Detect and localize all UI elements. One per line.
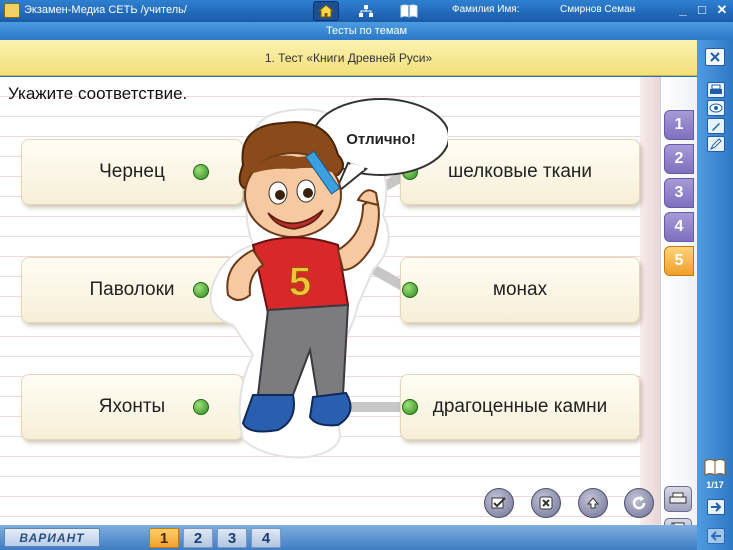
edit-icon [712, 123, 720, 131]
question-tab-3[interactable]: 3 [664, 178, 694, 208]
close-window-button[interactable]: ✕ [715, 2, 729, 18]
app-title: Экзамен-Медиа СЕТЬ /учитель/ [24, 4, 187, 16]
paper-edge [640, 77, 660, 525]
question-text: Укажите соответствие. [8, 84, 188, 103]
view-button[interactable] [707, 100, 725, 116]
page-counter: 1/17 [706, 480, 724, 490]
book-icon [400, 4, 418, 18]
user-label: Фамилия Имя: [452, 4, 520, 15]
question-tab-1[interactable]: 1 [664, 110, 694, 140]
hierarchy-icon [359, 5, 373, 17]
arrow-left-icon [710, 531, 721, 541]
refresh-button[interactable] [624, 488, 654, 518]
app-logo-icon [4, 3, 20, 18]
question-tab-2[interactable]: 2 [664, 144, 694, 174]
clear-answer-button[interactable] [531, 488, 561, 518]
pen-button[interactable] [707, 136, 725, 152]
book-counter-icon [704, 459, 726, 476]
refresh-icon [632, 496, 646, 510]
print-button[interactable] [707, 82, 725, 98]
restore-button[interactable]: □ [695, 2, 709, 18]
variant-label: ВАРИАНТ [4, 528, 100, 547]
variant-button-3[interactable]: 3 [217, 528, 247, 548]
home-button[interactable] [313, 1, 339, 21]
topics-tree-button[interactable] [353, 1, 379, 21]
app-window: Экзамен-Медиа СЕТЬ /учитель/ Фамилия Имя… [0, 0, 733, 550]
print-side-button[interactable] [664, 486, 692, 512]
variant-button-1[interactable]: 1 [149, 528, 179, 548]
close-panel-button[interactable] [705, 48, 725, 66]
edit-button[interactable] [707, 118, 725, 134]
minimize-button[interactable]: _ [676, 2, 690, 18]
arrow-up-icon [586, 497, 600, 509]
pen-icon [710, 138, 722, 150]
variant-bar [0, 525, 697, 550]
arrow-right-icon [711, 502, 722, 512]
user-name: Смирнов Семан [560, 4, 636, 15]
shirt-number: 5 [289, 260, 311, 304]
next-button[interactable] [707, 499, 725, 515]
test-title: 1. Тест «Книги Древней Руси» [0, 40, 697, 76]
check-answer-button[interactable] [484, 488, 514, 518]
variant-button-2[interactable]: 2 [183, 528, 213, 548]
question-tab-5[interactable]: 5 [664, 246, 694, 276]
question-tab-4[interactable]: 4 [664, 212, 694, 242]
title-bar: Экзамен-Медиа СЕТЬ /учитель/ Фамилия Имя… [0, 0, 733, 22]
check-sheet-icon [491, 497, 506, 509]
eye-icon [709, 103, 723, 113]
feedback-text: Отлично! [346, 131, 416, 148]
print-icon [710, 84, 722, 94]
close-icon [539, 496, 553, 510]
section-title: Тесты по темам [0, 22, 733, 40]
mascot-boy-illustration: Отлично! 5 [209, 98, 448, 459]
book-button[interactable] [396, 1, 422, 21]
variant-button-4[interactable]: 4 [251, 528, 281, 548]
upload-button[interactable] [578, 488, 608, 518]
print-icon [669, 492, 687, 504]
prev-button[interactable] [707, 528, 725, 544]
home-icon [318, 4, 334, 18]
close-icon [710, 52, 720, 62]
